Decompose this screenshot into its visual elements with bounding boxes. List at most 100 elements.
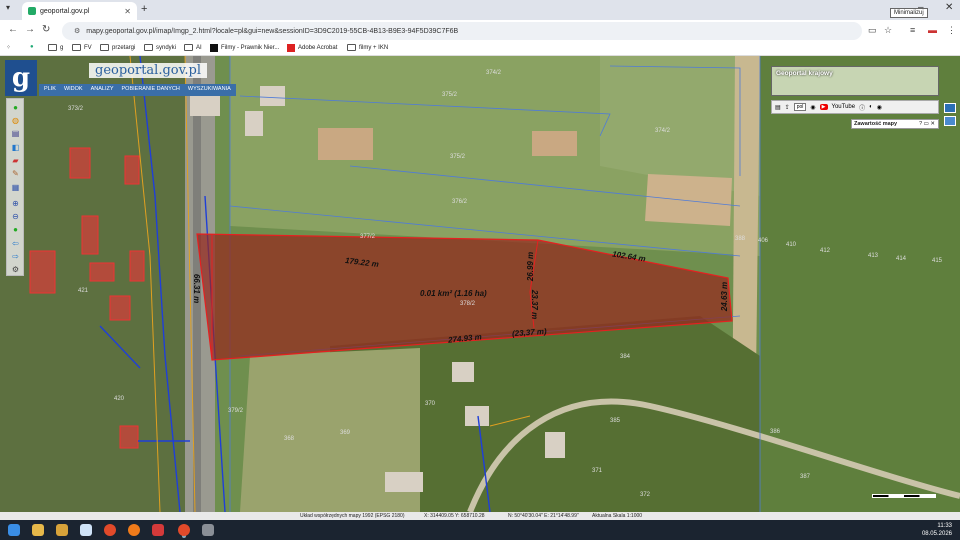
xy-coordinates: X: 314409.05 Y: 658710.28 — [424, 513, 485, 519]
back-icon[interactable]: ← — [8, 24, 18, 35]
geoportal-logo[interactable]: g — [5, 60, 37, 96]
info-circle-icon[interactable]: ⓘ — [859, 103, 865, 112]
parcel-label: 374/2 — [655, 128, 671, 134]
area-measurement: 0.01 km² (1.16 ha) — [420, 289, 487, 298]
bookmark-star-icon[interactable]: ☆ — [884, 25, 892, 36]
edge-measurement: 26.99 m — [526, 251, 536, 282]
url-text: mapy.geoportal.gov.pl/imap/Imgp_2.html?l… — [86, 27, 459, 35]
status-bar: Układ współrzędnych mapy 1992 (EPSG 2180… — [0, 512, 960, 520]
side-panel-toggle-icon[interactable] — [944, 116, 956, 126]
parcel-label: 415 — [932, 258, 943, 264]
print-icon[interactable]: ▤ — [775, 104, 781, 111]
close-tab-icon[interactable]: ✕ — [124, 7, 131, 16]
globe-icon[interactable]: ● — [10, 225, 21, 235]
menu-plik[interactable]: PLIK — [41, 84, 59, 96]
menu-pobieranie-danych[interactable]: POBIERANIE DANYCH — [119, 84, 183, 96]
youtube-icon[interactable]: ▶ — [819, 104, 828, 110]
edge-measurement: 66.31 m — [192, 273, 202, 304]
bookmark-filmy-ikn[interactable]: filmy + IKN — [347, 44, 388, 51]
accessibility-icon[interactable]: ◐ — [869, 104, 873, 110]
settings-icon[interactable]: ⚙ — [10, 265, 21, 275]
side-panel-toggle-icon[interactable] — [944, 103, 956, 113]
parcel-label: 369 — [340, 430, 351, 436]
start-icon[interactable] — [8, 524, 20, 536]
info-icon[interactable]: ● — [10, 103, 21, 113]
back-view-icon[interactable]: ⇦ — [10, 239, 21, 249]
menu-analizy[interactable]: ANALIZY — [88, 84, 117, 96]
tab-dropdown-icon[interactable]: ▾ — [6, 3, 10, 12]
language-select[interactable]: pol — [793, 103, 807, 111]
help-icon[interactable]: ◉ — [810, 104, 815, 111]
map-contents-title: Zawartość mapy — [854, 121, 898, 127]
measure-icon[interactable]: ▰ — [10, 156, 21, 166]
extension-icon[interactable]: ≡ — [910, 25, 915, 35]
profile-icon[interactable]: ▬ — [928, 25, 937, 35]
clock-time: 11:33 — [937, 523, 952, 529]
apps-icon[interactable]: ⁘ — [6, 44, 11, 51]
site-info-icon[interactable]: ⚙ — [74, 27, 80, 35]
edge-measurement: 24.63 m — [720, 281, 730, 312]
parcel-label: 388 — [735, 236, 746, 242]
share-icon[interactable]: ⇪ — [785, 104, 790, 111]
acrobat-icon[interactable] — [152, 524, 164, 536]
parcel-label: 387 — [800, 474, 811, 480]
close-window-icon[interactable]: ✕ — [945, 2, 953, 13]
overview-minimap[interactable]: Geoportal krajowy — [771, 66, 939, 96]
cast-icon[interactable]: ▭ — [868, 25, 877, 36]
map-contents-panel[interactable]: Zawartość mapy ? ▭ ✕ — [851, 119, 939, 129]
acrobat-icon — [287, 44, 295, 52]
geoportal-menu: PLIK WIDOK ANALIZY POBIERANIE DANYCH WYS… — [39, 84, 236, 96]
file-explorer-icon[interactable] — [56, 524, 68, 536]
map-toolbar: ● ◍ ▤ ◧ ▰ ✎ ▦ ⊕ ⊖ ● ⇦ ⇨ ⚙ — [6, 98, 24, 276]
chrome-active-icon[interactable] — [178, 524, 190, 536]
browser-menu-icon[interactable]: ⋮ — [947, 25, 956, 36]
firefox-icon[interactable] — [128, 524, 140, 536]
maps-icon[interactable]: ● — [30, 44, 34, 50]
forward-icon[interactable]: → — [25, 24, 35, 35]
folder-icon — [347, 44, 356, 51]
parcel-label: 375/2 — [442, 92, 458, 98]
notes-icon[interactable] — [80, 524, 92, 536]
scale-bar — [872, 494, 936, 498]
parcel-label: 371 — [592, 468, 603, 474]
map-canvas[interactable]: 374/2 375/2 375/2 374/2 376/2 377/2 378/… — [0, 56, 960, 512]
geoportal-header: g geoportal.gov.pl PLIK WIDOK ANALIZY PO… — [5, 60, 237, 96]
forward-view-icon[interactable]: ⇨ — [10, 252, 21, 262]
clock-date: 08.05.2026 — [921, 531, 952, 537]
new-tab-icon[interactable]: + — [141, 3, 147, 15]
layers-icon[interactable]: ◍ — [10, 116, 21, 126]
map-imagery — [0, 56, 960, 512]
folder-icon — [100, 44, 109, 51]
menu-widok[interactable]: WIDOK — [61, 84, 86, 96]
folder-icon — [144, 44, 153, 51]
widgets-icon[interactable] — [32, 524, 44, 536]
parcel-label: 375/2 — [450, 154, 466, 160]
zoom-in-icon[interactable]: ⊕ — [10, 199, 21, 209]
bookmark-przetargi[interactable]: przetargi — [100, 44, 135, 51]
panel-controls-icon[interactable]: ? ▭ ✕ — [919, 121, 935, 127]
bookmark-syndyki[interactable]: syndyki — [144, 44, 176, 51]
bookmark-adobe-acrobat[interactable]: Adobe Acrobat — [287, 44, 337, 52]
bookmark-g[interactable]: g — [48, 44, 63, 51]
parcel-label: 384 — [620, 354, 631, 360]
menu-wyszukiwania[interactable]: WYSZUKIWANIA — [185, 84, 234, 96]
chrome-icon[interactable] — [104, 524, 116, 536]
tab-bar: ▾ geoportal.gov.pl ✕ + – ✕ Minimalizuj — [0, 0, 960, 20]
eye-icon[interactable]: ◉ — [877, 104, 882, 111]
system-clock[interactable]: 11:33 08.05.2026 — [922, 522, 952, 538]
bookmark-ai[interactable]: AI — [184, 44, 202, 51]
reload-icon[interactable]: ↻ — [42, 24, 50, 35]
browser-tab[interactable]: geoportal.gov.pl ✕ — [22, 2, 137, 20]
folder-icon — [184, 44, 193, 51]
measure-area-icon[interactable]: ▦ — [10, 183, 21, 193]
parcel-label: 374/2 — [486, 70, 502, 76]
app-icon[interactable] — [202, 524, 214, 536]
search-map-icon[interactable]: ◧ — [10, 143, 21, 153]
parcel-label: 421 — [78, 288, 89, 294]
bookmark-filmy-prawnik[interactable]: Filmy - Prawnik Nier... — [210, 44, 279, 52]
print-icon[interactable]: ▤ — [10, 129, 21, 139]
bookmark-fv[interactable]: FV — [72, 44, 92, 51]
draw-icon[interactable]: ✎ — [10, 169, 21, 179]
zoom-out-icon[interactable]: ⊖ — [10, 212, 21, 222]
url-bar[interactable]: ⚙ mapy.geoportal.gov.pl/imap/Imgp_2.html… — [62, 22, 862, 40]
